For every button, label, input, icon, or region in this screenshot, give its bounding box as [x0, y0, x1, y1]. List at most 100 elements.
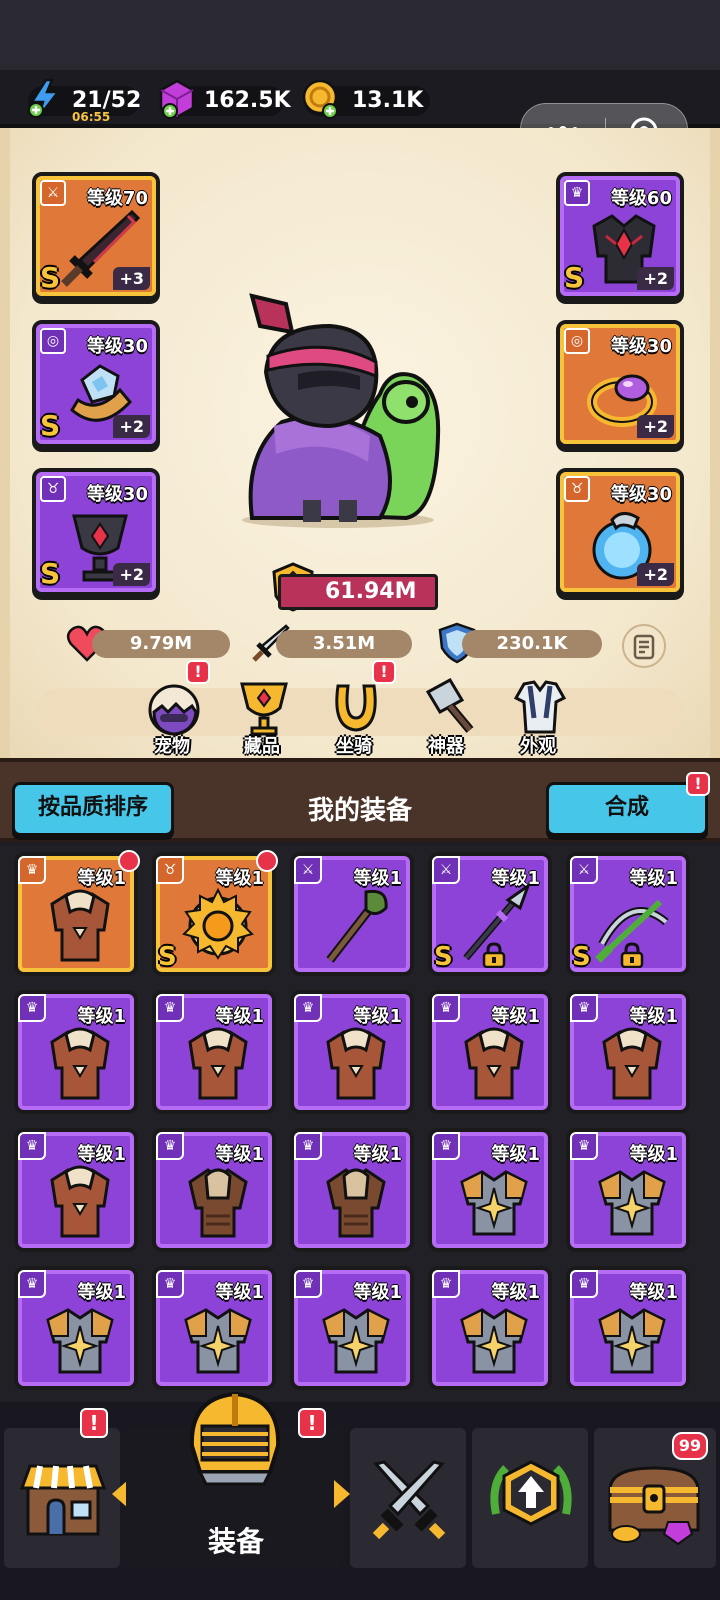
plate-armor-icon: [460, 1308, 528, 1374]
hammer-icon: [425, 678, 474, 733]
tab-artifact[interactable]: 神器: [406, 678, 486, 758]
inventory-item[interactable]: ♛ 等级1: [14, 1266, 138, 1390]
helmet-icon: [189, 1391, 281, 1486]
plate-armor-icon: [322, 1308, 390, 1374]
equip-slot-armor[interactable]: ♛ 等级60 +2 S: [556, 172, 684, 300]
energy-timer: 06:55: [72, 110, 111, 124]
inventory-item[interactable]: ♛ 等级1: [290, 1128, 414, 1252]
outfit-icon: [513, 680, 567, 734]
tab-label: 神器: [428, 736, 464, 757]
leather-armor-icon: [50, 889, 110, 962]
inventory-item[interactable]: ♛ 等级1: [152, 990, 276, 1114]
stat-hp: 9.79M: [92, 630, 230, 658]
inventory-title: 我的装备: [307, 796, 412, 826]
equip-slot-necklace[interactable]: ♉ 等级30 +2 S: [32, 468, 160, 596]
leather-armor-icon: [326, 1027, 386, 1100]
item-level: 等级1: [629, 1006, 678, 1027]
inventory-item[interactable]: ♛ 等级1: [428, 1128, 552, 1252]
nav-shop[interactable]: [4, 1428, 120, 1568]
inventory-item[interactable]: ♛ 等级1: [14, 990, 138, 1114]
hero-character: [242, 293, 441, 528]
inventory-item[interactable]: ♛ 等级1: [290, 1266, 414, 1390]
item-category-icon: ♛: [570, 1132, 598, 1160]
inventory-item[interactable]: ♛ 等级1: [566, 990, 690, 1114]
upgrade-arrow-icon: [490, 1460, 572, 1526]
equipment-alert-badge: !: [298, 1408, 326, 1438]
gem-counter[interactable]: 162.5K: [159, 79, 291, 119]
plate-armor-icon: [598, 1308, 666, 1374]
item-level: 等级1: [353, 868, 402, 889]
new-item-dot: [118, 850, 140, 872]
item-level: 等级1: [491, 1006, 540, 1027]
leather-armor-icon: [50, 1165, 110, 1238]
item-level: 等级1: [77, 868, 126, 889]
tab-label: 坐骑: [336, 736, 372, 757]
crossed-swords-icon: [372, 1460, 446, 1540]
inventory-item[interactable]: ♛ 等级1: [566, 1128, 690, 1252]
inventory-item[interactable]: ♛ 等级1: [14, 1128, 138, 1252]
inventory-item[interactable]: ♛ 等级1: [566, 1266, 690, 1390]
tab-appearance[interactable]: 外观: [498, 678, 578, 758]
slot-grade: S: [40, 557, 61, 590]
inventory-item[interactable]: ♛ 等级1: [428, 1266, 552, 1390]
item-level: 等级1: [629, 868, 678, 889]
lock-icon: [482, 942, 506, 968]
slot-plus: +2: [637, 563, 674, 586]
item-level: 等级1: [491, 1282, 540, 1303]
tab-collection[interactable]: 藏品: [222, 678, 302, 758]
leather-armor-icon: [50, 1027, 110, 1100]
tab-label: 宠物: [154, 736, 190, 757]
slot-level: 等级30: [86, 484, 148, 505]
item-level: 等级1: [215, 868, 264, 889]
inventory-item[interactable]: ⚔ 等级1 S: [566, 852, 690, 976]
gold-counter[interactable]: 13.1K: [302, 79, 430, 119]
tab-mount[interactable]: 坐骑: [314, 678, 394, 758]
equip-slot-bracer[interactable]: ◎ 等级30 +2 S: [32, 320, 160, 448]
inventory-item[interactable]: ⚔ 等级1 S: [428, 852, 552, 976]
treasure-chest-icon: [608, 1466, 700, 1546]
inventory-item[interactable]: ⚔ 等级1: [290, 852, 414, 976]
horseshoe-icon: [335, 684, 377, 732]
sort-by-quality-button[interactable]: 按品质排序: [12, 782, 174, 836]
synthesize-button[interactable]: 合成: [546, 782, 708, 836]
item-level: 等级1: [77, 1282, 126, 1303]
energy-bolt-icon: [28, 78, 61, 119]
slot-level: 等级70: [86, 188, 148, 209]
document-list-icon: [633, 634, 655, 660]
inventory-item[interactable]: ♛ 等级1: [152, 1128, 276, 1252]
gold-value: 13.1K: [352, 88, 424, 113]
tab-pet[interactable]: 宠物: [132, 678, 212, 758]
item-level: 等级1: [77, 1006, 126, 1027]
nav-upgrade[interactable]: [472, 1428, 588, 1568]
item-level: 等级1: [215, 1006, 264, 1027]
stat-defense: 230.1K: [462, 630, 602, 658]
slot-plus: +2: [637, 415, 674, 438]
item-level: 等级1: [353, 1282, 402, 1303]
slot-grade: S: [564, 261, 585, 294]
item-category-icon: ♛: [570, 1270, 598, 1298]
equip-slot-ring[interactable]: ◎ 等级30 +2: [556, 320, 684, 448]
inventory-item[interactable]: ♛ 等级1: [290, 990, 414, 1114]
tab-label: 外观: [520, 736, 556, 757]
equip-slot-charm[interactable]: ♉ 等级30 +2: [556, 468, 684, 596]
necklace-category-icon: ♉: [40, 476, 66, 502]
item-level: 等级1: [215, 1282, 264, 1303]
pet-egg-icon: [148, 684, 200, 736]
ring-category-icon: ◎: [564, 328, 590, 354]
new-item-dot: [256, 850, 278, 872]
inventory-item[interactable]: ♛ 等级1: [14, 850, 140, 976]
inventory-item[interactable]: ♉ 等级1 S: [152, 850, 278, 976]
pet-alert-badge: !: [186, 660, 210, 684]
inventory-item[interactable]: ♛ 等级1: [428, 990, 552, 1114]
plate-armor-icon: [460, 1170, 528, 1236]
nav-battle[interactable]: [350, 1428, 466, 1568]
stat-details-button[interactable]: [622, 624, 666, 668]
tab-label: 藏品: [244, 736, 280, 757]
slot-plus: +2: [113, 415, 150, 438]
slot-grade: S: [40, 261, 61, 294]
nav-equipment[interactable]: 装备: [126, 1391, 342, 1568]
chest-count-badge: 99: [672, 1432, 708, 1460]
equip-slot-weapon[interactable]: ⚔ 等级70 +3 S: [32, 172, 160, 300]
inventory-item[interactable]: ♛ 等级1: [152, 1266, 276, 1390]
item-category-icon: ♛: [294, 1132, 322, 1160]
